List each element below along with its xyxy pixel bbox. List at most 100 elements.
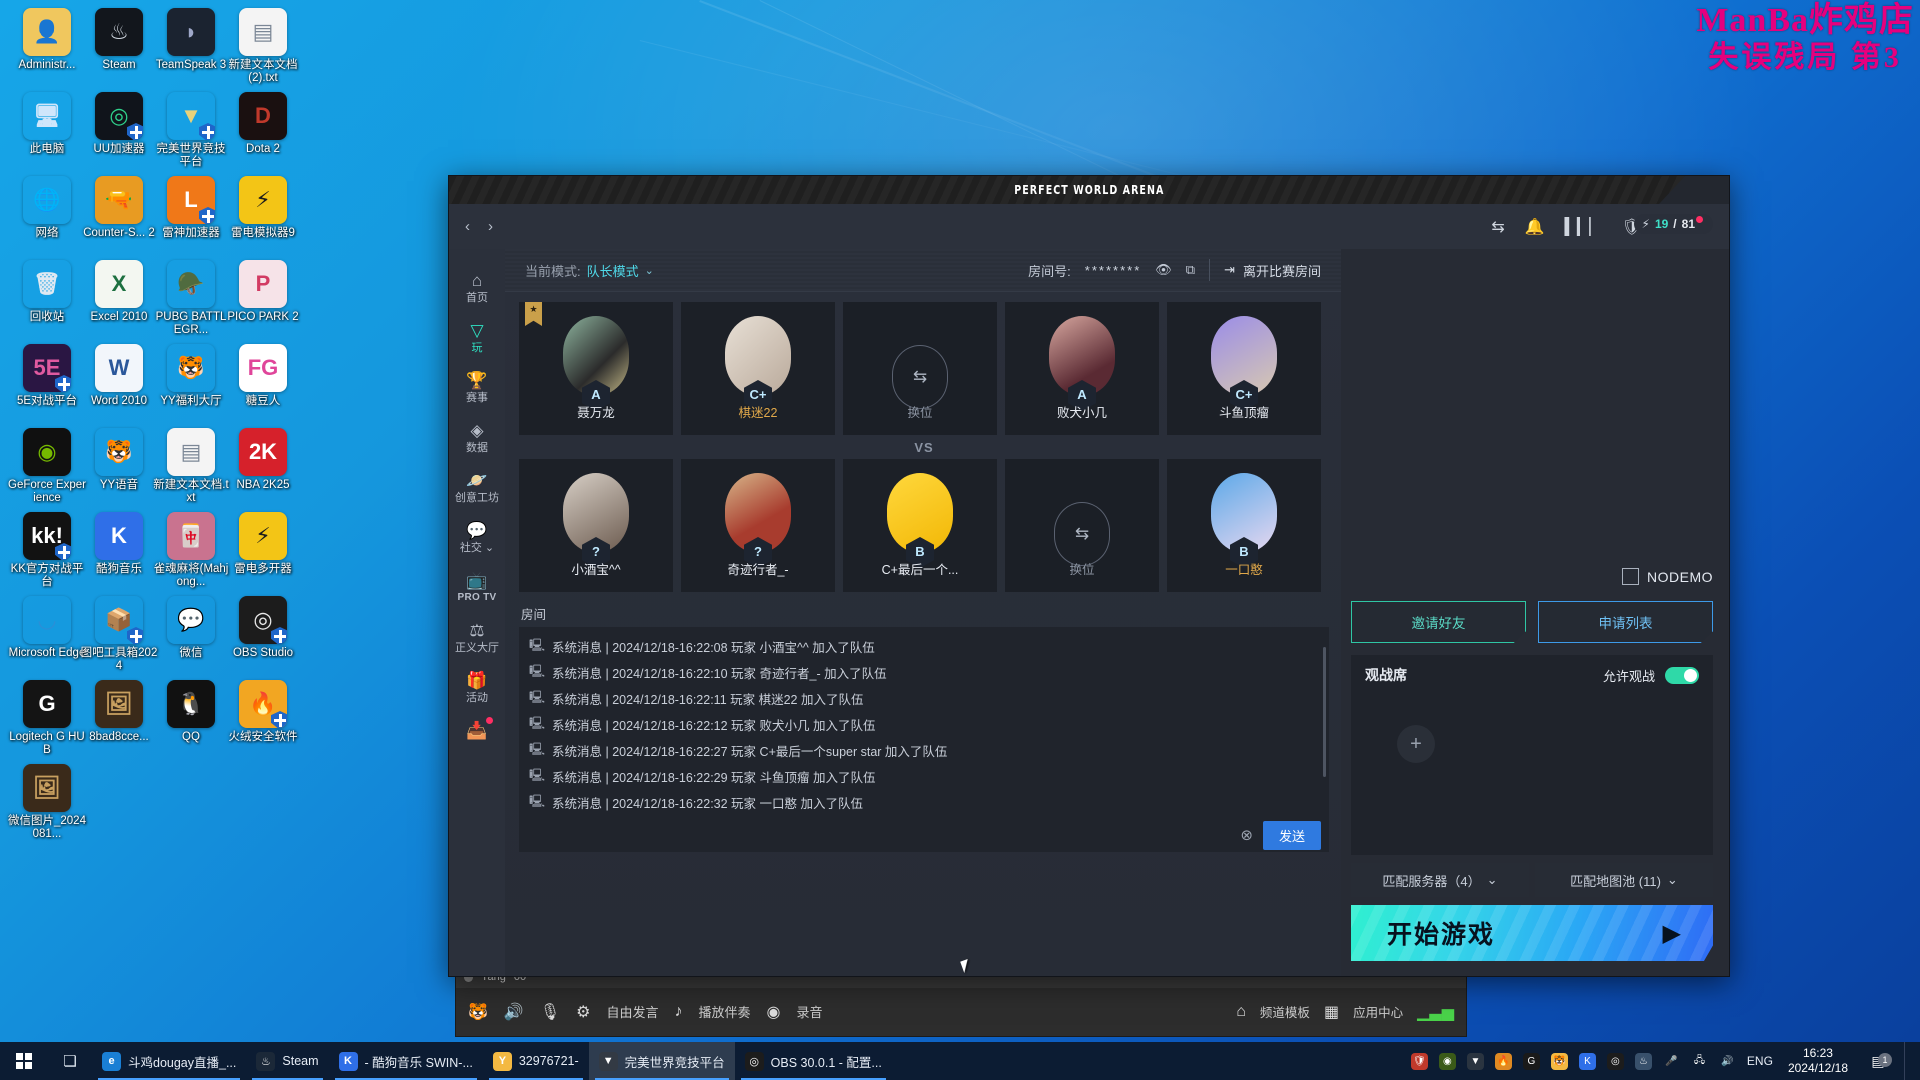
taskbar-item[interactable]: K - 酷狗音乐 SWIN-...	[329, 1042, 483, 1080]
desktop-icon[interactable]: W Word 2010	[80, 344, 158, 408]
network-tray-icon[interactable]: 🖧	[1691, 1053, 1708, 1070]
desktop-icon[interactable]: 🀄 雀魂麻将(Mahjong...	[152, 512, 230, 589]
steam-tray-icon[interactable]: ♨	[1634, 1052, 1652, 1070]
desktop-icon[interactable]: ▼ 完美世界竞技平台	[152, 92, 230, 169]
huorong-tray-icon[interactable]: 🛡	[1410, 1052, 1428, 1070]
sidebar-item-inventory[interactable]: 📥	[449, 713, 505, 747]
bell-icon[interactable]: 🔔	[1525, 217, 1545, 237]
yy-record-button[interactable]: 录音	[797, 1002, 823, 1021]
desktop-icon[interactable]: kk! KK官方对战平台	[8, 512, 86, 589]
obs-tray-icon[interactable]: ◎	[1606, 1052, 1624, 1070]
sidebar-item-play[interactable]: ▽ 玩	[449, 313, 505, 361]
nodemo-checkbox[interactable]	[1622, 568, 1639, 585]
volume-tray-icon[interactable]: 🔊	[1719, 1053, 1736, 1070]
perfect-world-tray-icon[interactable]: ▼	[1466, 1052, 1484, 1070]
sidebar-item-stats[interactable]: ◈ 数据	[449, 413, 505, 461]
swap-icon[interactable]: ⇆	[1491, 217, 1504, 237]
yy-tray-icon[interactable]: 🐯	[1550, 1052, 1568, 1070]
signal-icon[interactable]: ▍▎▏	[1565, 217, 1602, 237]
desktop-icon[interactable]: ◉ GeForce Experience	[8, 428, 86, 505]
desktop-icon[interactable]: 🗑 回收站	[8, 260, 86, 324]
desktop-icon[interactable]: 🖥 此电脑	[8, 92, 86, 156]
yy-free-speak-button[interactable]: 自由发言	[607, 1002, 659, 1021]
desktop-icon[interactable]: P PICO PARK 2	[224, 260, 302, 324]
desktop-icon[interactable]: X Excel 2010	[80, 260, 158, 324]
mic-icon[interactable]: 🎙	[540, 1002, 560, 1022]
chat-log[interactable]: 🖳 系统消息 | 2024/12/18-16:22:08 玩家 小酒宝^^ 加入了…	[519, 627, 1329, 818]
desktop-icon[interactable]: K 酷狗音乐	[80, 512, 158, 576]
player-slot[interactable]: A 败犬小几	[1005, 302, 1159, 435]
desktop-icon[interactable]: G Logitech G HUB	[8, 680, 86, 757]
yy-app-center[interactable]: 应用中心	[1353, 1002, 1403, 1021]
clear-circle-icon[interactable]: ⊗	[1240, 826, 1253, 844]
player-slot[interactable]: C+ 棋迷22	[681, 302, 835, 435]
taskbar-item[interactable]: ▼ 完美世界竞技平台	[588, 1042, 735, 1080]
yy-channel-template[interactable]: 频道模板	[1260, 1002, 1310, 1021]
match-server-dropdown[interactable]: 匹配服务器（4） ⌄	[1351, 863, 1529, 897]
player-slot[interactable]: ? 小酒宝^^	[519, 459, 673, 592]
taskbar-item[interactable]: Y 32976721-	[483, 1042, 589, 1080]
chevron-down-icon[interactable]: ⌄	[645, 264, 654, 277]
desktop-icon[interactable]: ◎ UU加速器	[80, 92, 158, 156]
desktop-icon[interactable]: ▤ 新建文本文档 (2).txt	[224, 8, 302, 85]
desktop-icon[interactable]: 💬 微信	[152, 596, 230, 660]
desktop-icon[interactable]: 🐯 YY福利大厅	[152, 344, 230, 408]
desktop-icon[interactable]: ♨ Steam	[80, 8, 158, 72]
application-list-button[interactable]: 申请列表	[1538, 601, 1713, 643]
desktop-icon[interactable]: 🖼 微信图片_2024081...	[8, 764, 86, 841]
ping-badge[interactable]: ⚡ 19 / 81	[1633, 214, 1713, 234]
swap-slot[interactable]: ⇆ 换位	[843, 302, 997, 435]
desktop-icon[interactable]: 👤 Administr...	[8, 8, 86, 72]
nodemo-row[interactable]: NODEMO	[1351, 568, 1713, 585]
desktop-icon[interactable]: D Dota 2	[224, 92, 302, 156]
player-slot[interactable]: B C+最后一个...	[843, 459, 997, 592]
taskbar-item[interactable]: ◎ OBS 30.0.1 - 配置...	[735, 1042, 892, 1080]
player-slot[interactable]: C+ 斗鱼顶瘤	[1167, 302, 1321, 435]
desktop-icon[interactable]: 🪖 PUBG BATTLEGR...	[152, 260, 230, 337]
map-pool-dropdown[interactable]: 匹配地图池 (11) ⌄	[1535, 863, 1713, 897]
nav-back-icon[interactable]: ‹	[465, 218, 470, 235]
sidebar-item-workshop[interactable]: 🪐 创意工坊	[449, 463, 505, 511]
desktop-icon[interactable]: 🔥 火绒安全软件	[224, 680, 302, 744]
perfect-world-arena-window[interactable]: PERFECT WORLD ARENA ‹ › ⇆ 🔔 ▍▎▏ 🛡 — ✕ ⚡ …	[448, 175, 1730, 977]
nav-forward-icon[interactable]: ›	[488, 218, 493, 235]
desktop-icon[interactable]: 2K NBA 2K25	[224, 428, 302, 492]
start-game-button[interactable]: 开始游戏 ▶	[1351, 905, 1713, 961]
flame-tray-icon[interactable]: 🔥	[1494, 1052, 1512, 1070]
player-slot[interactable]: ? 奇迹行者_-	[681, 459, 835, 592]
desktop-icon[interactable]: 🔫 Counter-S... 2	[80, 176, 158, 240]
desktop-icon[interactable]: ◡ Microsoft Edge	[8, 596, 86, 660]
speaker-icon[interactable]: 🔊	[504, 1002, 524, 1022]
invite-friends-button[interactable]: 邀请好友	[1351, 601, 1526, 643]
notification-icon[interactable]: ▤1	[1863, 1052, 1893, 1070]
logitech-tray-icon[interactable]: G	[1522, 1052, 1540, 1070]
yy-accompaniment-button[interactable]: 播放伴奏	[699, 1002, 751, 1021]
sidebar-item-social[interactable]: 💬 社交 ⌄	[449, 513, 505, 561]
desktop-icon[interactable]: 🐧 QQ	[152, 680, 230, 744]
desktop-icon[interactable]: 🖼 8bad8cce...	[80, 680, 158, 744]
add-spectator-button[interactable]: +	[1397, 725, 1435, 763]
desktop-icon[interactable]: 🐯 YY语音	[80, 428, 158, 492]
show-desktop-button[interactable]	[1904, 1042, 1912, 1080]
desktop-icon[interactable]: ◗ TeamSpeak 3	[152, 8, 230, 72]
desktop-icon[interactable]: ⚡ 雷电模拟器9	[224, 176, 302, 240]
sidebar-item-events[interactable]: 🎁 活动	[449, 663, 505, 711]
player-slot[interactable]: B 一口憨	[1167, 459, 1321, 592]
desktop-icon[interactable]: FG 糖豆人	[224, 344, 302, 408]
task-view-icon[interactable]: ❏	[48, 1052, 92, 1070]
eye-off-icon[interactable]: 👁	[1155, 262, 1172, 278]
desktop-icon[interactable]: ◎ OBS Studio	[224, 596, 302, 660]
mode-value[interactable]: 队长模式	[587, 261, 639, 280]
copy-icon[interactable]: ⧉	[1186, 262, 1195, 278]
player-slot[interactable]: ★ A 聂万龙	[519, 302, 673, 435]
windows-start-icon[interactable]	[0, 1042, 48, 1080]
settings-icon[interactable]: ⚙	[576, 1002, 590, 1022]
nvidia-tray-icon[interactable]: ◉	[1438, 1052, 1456, 1070]
taskbar-clock[interactable]: 16:23 2024/12/18	[1784, 1046, 1852, 1076]
swap-slot[interactable]: ⇆ 换位	[1005, 459, 1159, 592]
desktop-icon[interactable]: 5E 5E对战平台	[8, 344, 86, 408]
sidebar-item-home[interactable]: ⌂ 首页	[449, 263, 505, 311]
sidebar-item-tournament[interactable]: 🏆 赛事	[449, 363, 505, 411]
taskbar-item[interactable]: ♨ Steam	[246, 1042, 328, 1080]
language-indicator[interactable]: ENG	[1747, 1054, 1773, 1068]
